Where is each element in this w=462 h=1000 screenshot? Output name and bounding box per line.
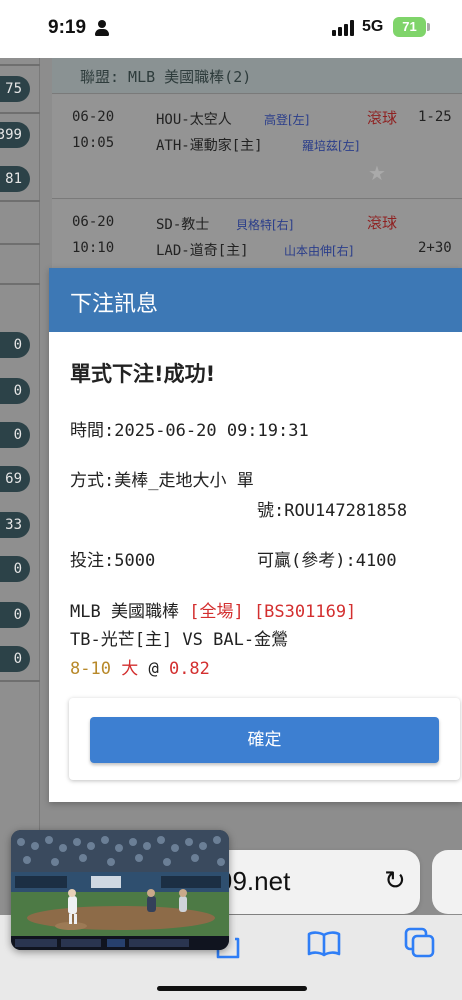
status-bar: 9:19 5G 71: [0, 0, 462, 58]
bet-score: 8-10: [70, 659, 111, 679]
ticket-number: 號:ROU147281858: [257, 501, 408, 521]
game-row[interactable]: 06-20 10:05 HOU-太空人 高登[左] ATH-運動家[主] 羅培茲…: [52, 95, 462, 199]
live-tag: 滾球: [367, 214, 398, 232]
league-title: 聯盟: MLB 美國職棒(2): [80, 68, 252, 86]
home-indicator: [157, 986, 307, 991]
star-icon[interactable]: ★: [368, 161, 386, 186]
home-pitcher: 羅培茲[左]: [302, 139, 360, 153]
away-team: SD-教士: [156, 217, 210, 233]
bet-pick: 大: [121, 659, 139, 679]
odds-pill[interactable]: 399: [0, 122, 30, 148]
confirm-button[interactable]: 確定: [90, 717, 439, 763]
odds-pill[interactable]: 75: [0, 76, 30, 102]
game-time: 10:10: [72, 240, 115, 256]
success-message: 單式下注!成功!: [70, 362, 216, 386]
home-team: ATH-運動家[主]: [156, 138, 263, 154]
reload-icon[interactable]: ↻: [384, 866, 406, 896]
bet-selection: 8-10 大 @ 0.82: [70, 654, 210, 679]
potential-win: 可贏(參考):4100: [257, 551, 397, 571]
odds-pill[interactable]: 0: [0, 646, 30, 672]
away-team: HOU-太空人: [156, 112, 232, 128]
home-team: LAD-道奇[主]: [156, 243, 249, 259]
book-icon[interactable]: [304, 923, 344, 963]
bet-odds: 0.82: [168, 659, 210, 679]
bet-time: 時間:2025-06-20 09:19:31: [70, 416, 309, 441]
bet-at: @: [148, 659, 159, 679]
modal-title: 下注訊息: [70, 292, 159, 317]
game-time: 10:05: [72, 135, 115, 151]
bet-league-line: MLB 美國職棒 [全場] [BS301169]: [70, 597, 356, 622]
away-pitcher: 高登[左]: [264, 113, 310, 127]
odds-pill[interactable]: 0: [0, 332, 30, 358]
odds-pill[interactable]: 81: [0, 166, 30, 192]
bet-matchup: TB-光芒[主] VS BAL-金鶯: [70, 630, 289, 650]
signal-icon: [332, 20, 356, 36]
odds-pill[interactable]: 0: [0, 602, 30, 628]
stake-amount: 投注:5000: [70, 551, 156, 571]
away-pitcher: 貝格特[右]: [236, 218, 294, 232]
game-date: 06-20: [72, 109, 115, 125]
battery-icon: 71: [393, 17, 426, 37]
game-line: 1-25: [418, 109, 452, 125]
modal-header: 下注訊息: [49, 268, 462, 332]
picture-in-picture-video[interactable]: [11, 830, 229, 950]
bet-league: MLB 美國職棒: [70, 602, 179, 622]
baseball-broadcast-image: [11, 830, 229, 950]
time-label: 時間:: [70, 421, 115, 441]
confirm-area: 確定: [69, 698, 460, 780]
person-icon: [95, 20, 109, 36]
bet-method: 方式:美棒_走地大小 單: [70, 471, 254, 491]
odds-pill[interactable]: 0: [0, 422, 30, 448]
league-header: 聯盟: MLB 美國職棒(2): [52, 58, 462, 94]
status-time: 9:19: [48, 17, 87, 38]
tabs-icon[interactable]: [400, 923, 440, 963]
game-date: 06-20: [72, 214, 115, 230]
bet-period: [全場]: [189, 602, 244, 622]
home-pitcher: 山本由伸[右]: [284, 244, 354, 258]
odds-pill[interactable]: 0: [0, 378, 30, 404]
bet-code: [BS301169]: [253, 602, 357, 622]
live-tag: 滾球: [367, 109, 398, 127]
bet-info-modal: 下注訊息 單式下注!成功! 時間:2025-06-20 09:19:31 方式:…: [49, 268, 462, 802]
game-line: 2+30: [418, 240, 452, 256]
odds-pill[interactable]: 0: [0, 556, 30, 582]
time-value: 2025-06-20 09:19:31: [114, 421, 309, 441]
next-tab-preview[interactable]: [432, 850, 462, 914]
odds-pill[interactable]: 69: [0, 466, 30, 492]
odds-pill[interactable]: 33: [0, 512, 30, 538]
network-label: 5G: [362, 18, 384, 35]
